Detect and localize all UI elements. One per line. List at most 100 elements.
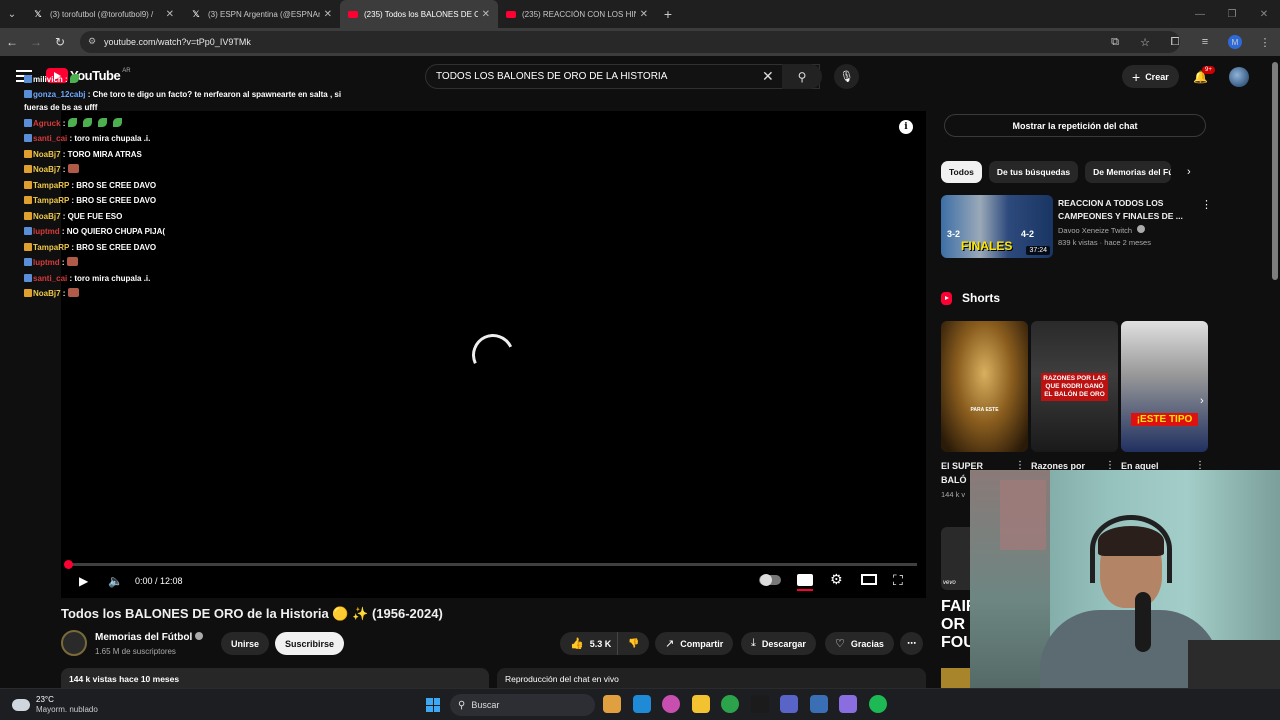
page-scrollbar[interactable] — [1272, 62, 1278, 280]
browser-menu-icon[interactable]: ⋮ — [1250, 36, 1280, 49]
more-actions-button[interactable]: ⋯ — [900, 632, 923, 655]
clear-search-icon[interactable]: ✕ — [762, 68, 774, 85]
tab-title: (3) ESPN Argentina (@ESPNArg — [208, 9, 320, 19]
recommended-video-meta: 839 k vistas · hace 2 meses — [1058, 238, 1151, 247]
taskbar-app-icon-8[interactable] — [809, 695, 828, 713]
new-tab-plus-icon[interactable]: + — [656, 6, 680, 22]
reading-list-icon[interactable]: ≡ — [1190, 36, 1220, 48]
address-bar[interactable]: ⚙ youtube.com/watch?v=tPp0_IV9TMk — [80, 31, 1180, 53]
chat-message: santi_cai : toro mira chupala .i. — [24, 131, 344, 147]
autoplay-toggle[interactable] — [759, 574, 781, 586]
short-thumbnail-1[interactable]: PARA ESTE — [941, 321, 1028, 452]
tab-close-icon[interactable]: ✕ — [640, 9, 648, 20]
profile-avatar[interactable]: M — [1228, 35, 1242, 49]
webcam-poster — [1000, 480, 1046, 550]
browser-tab-1[interactable]: 𝕏 (3) torofutbol (@torofutbol9) / ✕ — [24, 0, 182, 28]
share-label: Compartir — [680, 638, 724, 649]
taskbar-app-icon-2[interactable] — [632, 695, 651, 713]
browser-tab-4[interactable]: (235) REACCIÓN CON LOS HIN ✕ — [498, 0, 656, 28]
download-button[interactable]: ⤓ Descargar — [741, 632, 816, 655]
progress-scrubber[interactable] — [64, 560, 73, 569]
create-button[interactable]: + Crear — [1122, 65, 1179, 88]
channel-name[interactable]: Memorias del Fútbol — [95, 632, 204, 643]
taskbar-app-icon-3[interactable] — [662, 695, 680, 713]
taskbar-app-icon-4[interactable] — [691, 695, 710, 713]
search-button[interactable]: ⚲ — [782, 64, 822, 89]
chat-username: milivich — [33, 75, 63, 84]
tab-close-icon[interactable]: ✕ — [324, 9, 332, 20]
chat-emote-icon — [97, 117, 107, 127]
account-avatar[interactable] — [1229, 67, 1249, 87]
close-window-icon[interactable]: ✕ — [1248, 0, 1280, 28]
tab-title: (235) REACCIÓN CON LOS HIN — [522, 9, 636, 19]
volume-icon: 🔈 — [108, 574, 123, 588]
chat-username: NoaBj7 — [33, 149, 61, 159]
reload-icon[interactable]: ↻ — [48, 28, 72, 56]
chat-message: NoaBj7 : QUE FUE ESO — [24, 209, 344, 225]
chat-username: TampaRP — [33, 180, 70, 190]
taskbar-app-icon-5[interactable] — [721, 695, 739, 713]
voice-search-button[interactable]: 🎙 — [834, 64, 859, 89]
tab-close-icon[interactable]: ✕ — [166, 9, 174, 20]
back-arrow-icon[interactable]: ← — [0, 28, 24, 56]
progress-bar[interactable] — [67, 563, 917, 566]
share-button[interactable]: ↗ Compartir — [655, 632, 734, 655]
minimize-icon[interactable]: — — [1184, 0, 1216, 28]
chat-message: milivich : — [24, 72, 344, 88]
chat-text: BRO SE CREE DAVO — [76, 180, 157, 190]
restore-icon[interactable]: ❐ — [1216, 0, 1248, 28]
volume-button[interactable]: 🔈 — [108, 572, 123, 590]
dislike-button[interactable]: 👎 — [617, 632, 650, 655]
show-chat-replay-button[interactable]: Mostrar la repetición del chat — [944, 114, 1206, 137]
windows-start-icon[interactable] — [426, 698, 440, 712]
extensions-puzzle-icon[interactable]: ⧠ — [1160, 36, 1190, 49]
next-video-thumb-text: FAIR OR FOUL — [941, 598, 971, 651]
taskbar-search[interactable]: ⚲ Buscar — [450, 694, 595, 716]
browser-tab-2[interactable]: 𝕏 (3) ESPN Argentina (@ESPNArg ✕ — [182, 0, 340, 28]
channel-avatar[interactable] — [61, 630, 87, 656]
recommended-video-thumbnail[interactable]: 3-2 4-2 FINALES 37:24 — [941, 195, 1053, 258]
weather-widget[interactable]: 23°C Mayorm. nublado — [12, 695, 98, 715]
chat-message: santi_cai : toro mira chupala .i. — [24, 271, 344, 287]
install-app-icon[interactable]: ⧉ — [1100, 36, 1130, 49]
chat-badge-icon — [24, 149, 32, 158]
chip-todos[interactable]: Todos — [941, 161, 982, 183]
tab-close-icon[interactable]: ✕ — [482, 9, 490, 20]
play-button[interactable]: ▶ — [79, 572, 88, 590]
taskbar-app-icon-7[interactable] — [780, 695, 798, 713]
next-video-thumbnail[interactable]: vevo — [941, 527, 971, 590]
shorts-next-chevron-icon[interactable]: › — [1200, 395, 1204, 407]
taskbar-app-icon-6[interactable] — [750, 695, 769, 713]
subtitles-icon[interactable] — [797, 574, 813, 591]
recommended-video-title[interactable]: REACCION A TODOS LOS CAMPEONES Y FINALES… — [1058, 197, 1188, 223]
site-info-icon[interactable]: ⚙ — [88, 36, 96, 47]
short-thumbnail-3[interactable]: ¡ESTE TIPO — [1121, 321, 1208, 452]
chevron-right-icon[interactable]: › — [1187, 166, 1191, 178]
browser-tab-3[interactable]: (235) Todos los BALONES DE OR ✕ — [340, 0, 498, 28]
taskbar-app-icon-1[interactable] — [603, 695, 621, 713]
settings-gear-icon[interactable]: ⚙ — [830, 571, 843, 588]
chat-badge-icon — [24, 165, 32, 173]
video-menu-kebab-icon[interactable]: ⋮ — [1201, 198, 1212, 211]
subscribe-button[interactable]: Suscribirse — [275, 632, 345, 655]
thanks-button[interactable]: ♡ Gracias — [825, 632, 894, 655]
description-meta: 144 k vistas hace 10 meses — [69, 674, 180, 684]
chat-emote-icon — [69, 74, 79, 83]
fullscreen-icon[interactable]: ⛶ — [893, 572, 903, 589]
recommended-channel-name[interactable]: Davoo Xeneize Twitch — [1058, 225, 1146, 235]
like-button[interactable]: 👍 5.3 K — [560, 632, 622, 655]
thumb-score-right: 4-2 — [1021, 229, 1035, 239]
search-input[interactable]: TODOS LOS BALONES DE ORO DE LA HISTORIA — [425, 64, 820, 89]
theater-mode-icon[interactable] — [861, 574, 877, 585]
taskbar-app-icon-9[interactable] — [839, 695, 857, 713]
chip-from-searches[interactable]: De tus búsquedas — [988, 161, 1079, 183]
info-icon[interactable]: i — [899, 120, 913, 134]
tab-search-chevron-icon[interactable]: ⌄ — [0, 0, 24, 28]
taskbar-app-icon-10[interactable] — [868, 695, 887, 713]
next-video-thumbnail-2[interactable] — [941, 668, 971, 688]
short-thumbnail-2[interactable]: RAZONES POR LAS QUE RODRI GANÓ EL BALÓN … — [1031, 321, 1118, 452]
chip-from-channel[interactable]: De Memorias del Fú — [1085, 161, 1172, 183]
bookmark-star-icon[interactable]: ☆ — [1130, 36, 1160, 49]
forward-arrow-icon[interactable]: → — [24, 28, 48, 56]
join-button[interactable]: Unirse — [221, 632, 270, 655]
